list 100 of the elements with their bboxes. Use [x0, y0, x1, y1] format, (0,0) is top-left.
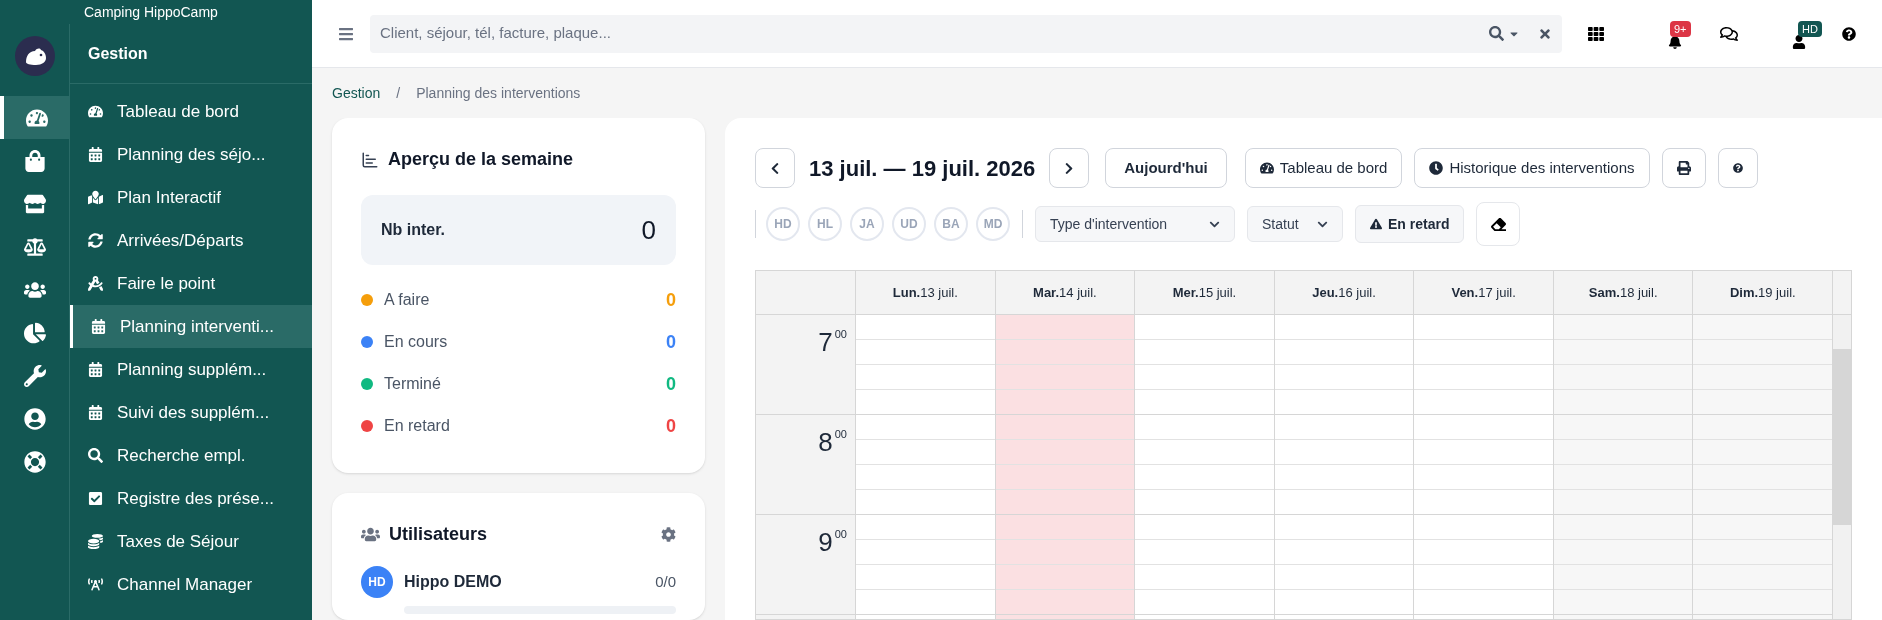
grid-icon[interactable]	[1588, 25, 1604, 42]
day-header: Mar.14 juil.	[995, 271, 1136, 314]
store-icon	[23, 192, 46, 215]
history-button[interactable]: Historique des interventions	[1414, 148, 1650, 188]
chat-icon[interactable]	[1720, 24, 1738, 43]
lifebuoy-icon	[23, 450, 46, 473]
user-badge: HD	[1798, 20, 1822, 37]
sidebar-item[interactable]: Registre des prése...	[70, 477, 312, 520]
sidebar-item[interactable]: Arrivées/Départs	[70, 219, 312, 262]
sidebar-item[interactable]: Recherche empl.	[70, 434, 312, 477]
search-icon	[88, 448, 103, 463]
eraser-button[interactable]	[1476, 202, 1521, 246]
minutes-label: 00	[834, 329, 847, 340]
menu-icon[interactable]	[338, 25, 354, 42]
status-label: A faire	[384, 290, 431, 310]
scrollbar-track[interactable]	[1833, 315, 1851, 619]
eraser-icon	[1490, 216, 1506, 232]
brand-name: Camping HippoCamp	[84, 2, 218, 22]
sidebar-item[interactable]: Plan Interactif	[70, 176, 312, 219]
hippo-logo[interactable]	[14, 36, 55, 76]
notification-badge: 9+	[1670, 20, 1691, 37]
hour-label: 8	[818, 429, 833, 455]
wrench-icon	[23, 364, 46, 387]
minutes-label: 00	[834, 529, 847, 540]
sidebar-item[interactable]: Suivi des supplém...	[70, 391, 312, 434]
help-icon[interactable]	[1842, 26, 1856, 41]
chevron-left-icon	[770, 161, 780, 175]
week-range: 13 juil. — 19 juil. 2026	[809, 154, 1036, 183]
sidebar-item[interactable]: Planning interventi...	[70, 305, 312, 348]
status-label: Terminé	[384, 374, 442, 394]
status-label: En retard	[384, 416, 451, 436]
breadcrumb-link[interactable]: Gestion	[332, 82, 381, 104]
help-icon	[1732, 160, 1743, 176]
day-header: Dim.19 juil.	[1693, 271, 1834, 314]
day-header: Sam.18 juil.	[1553, 271, 1694, 314]
settings-icon[interactable]	[661, 527, 676, 542]
status-select[interactable]: Statut	[1247, 206, 1343, 242]
hour-label: 9	[818, 529, 833, 555]
sidebar-item[interactable]: Planning des séjo...	[70, 133, 312, 176]
today-button[interactable]: Aujourd'hui	[1105, 148, 1227, 188]
sidebar-item[interactable]: Tableau de bord	[70, 90, 312, 133]
print-icon	[1676, 161, 1691, 175]
status-count: 0	[666, 330, 676, 354]
gauge-icon	[88, 104, 103, 119]
day-header: Ven.17 juil.	[1414, 271, 1554, 314]
intervention-type-select[interactable]: Type d'intervention	[1035, 206, 1235, 242]
gauge-icon	[1259, 161, 1274, 175]
print-button[interactable]	[1661, 148, 1706, 188]
search-field[interactable]: Client, séjour, tél, facture, plaque...	[370, 14, 1562, 53]
checkbox-icon	[88, 491, 103, 506]
sidebar-title: Gestion	[88, 43, 148, 64]
clock-icon	[1429, 161, 1444, 175]
warning-icon	[1370, 218, 1382, 230]
bag-icon	[23, 149, 46, 172]
calendar-icon	[88, 405, 103, 420]
calendar-icon	[88, 362, 103, 377]
user-icon[interactable]	[1792, 34, 1806, 49]
user-count: 0/0	[655, 571, 676, 592]
status-count: 0	[666, 288, 676, 312]
search-icon[interactable]	[1489, 26, 1504, 41]
total-label: Nb inter.	[381, 220, 445, 240]
hour-label: 7	[818, 329, 833, 355]
status-count: 0	[666, 372, 676, 396]
coins-icon	[88, 534, 103, 549]
total-value: 0	[641, 213, 656, 247]
day-header: Lun.13 juil.	[856, 271, 996, 314]
users-icon	[361, 525, 380, 544]
map-icon	[88, 190, 103, 205]
status-label: En cours	[384, 332, 449, 352]
status-count: 0	[666, 414, 676, 438]
card-title: Aperçu de la semaine	[388, 148, 574, 171]
bell-icon[interactable]	[1668, 34, 1682, 49]
compass-icon	[88, 276, 103, 291]
antenna-icon	[88, 577, 103, 592]
bar-chart-icon	[361, 150, 379, 169]
sidebar-item[interactable]: Planning supplém...	[70, 348, 312, 391]
sidebar-item[interactable]: Faire le point	[70, 262, 312, 305]
pie-chart-icon	[23, 321, 46, 344]
dashboard-button[interactable]: Tableau de bord	[1244, 148, 1403, 188]
calendar-icon	[88, 147, 103, 162]
sidebar-item[interactable]: Channel Manager	[70, 563, 312, 606]
chevron-right-icon	[1064, 161, 1075, 175]
sync-icon	[88, 233, 103, 248]
scrollbar-thumb[interactable]	[1833, 349, 1851, 525]
sidebar-item[interactable]: Taxes de Séjour	[70, 520, 312, 563]
calendar-icon	[91, 319, 106, 334]
scale-icon	[23, 235, 46, 258]
close-icon[interactable]	[1538, 26, 1552, 41]
day-header: Mer.15 juil.	[1135, 271, 1275, 314]
day-header: Jeu.16 juil.	[1274, 271, 1415, 314]
minutes-label: 00	[834, 429, 847, 440]
card-title: Utilisateurs	[389, 523, 489, 546]
user-avatar: HD	[361, 566, 393, 598]
user-name: Hippo DEMO	[404, 572, 503, 592]
rail-item[interactable]	[0, 96, 69, 139]
search-input[interactable]: Client, séjour, tél, facture, plaque...	[380, 22, 1489, 45]
help-button[interactable]	[1717, 148, 1758, 188]
breadcrumb-separator: /	[396, 83, 401, 103]
late-filter-button[interactable]: En retard	[1355, 205, 1465, 243]
breadcrumb-current: Planning des interventions	[416, 83, 581, 103]
